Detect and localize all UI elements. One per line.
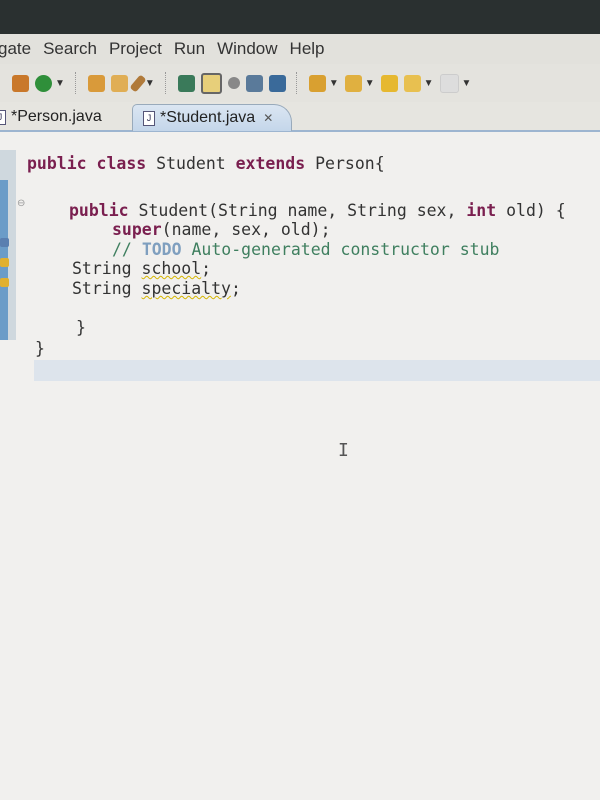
code-text: Student(String name, String sex, xyxy=(128,201,467,220)
chevron-down-icon[interactable]: ▼ xyxy=(424,78,434,89)
source-code: public class Student extends Person{ pub… xyxy=(0,0,566,358)
keyword: extends xyxy=(235,154,306,173)
vertical-ruler xyxy=(0,150,16,340)
toolbar-separator xyxy=(164,72,168,94)
new-class-icon[interactable] xyxy=(35,74,52,92)
comment: // xyxy=(112,240,142,259)
code-line: String specialty; xyxy=(72,279,241,299)
next-annotation-icon[interactable] xyxy=(308,74,326,92)
keyword: public xyxy=(69,201,129,220)
menu-help[interactable]: Help xyxy=(290,39,325,59)
code-text: (name, sex, old); xyxy=(161,220,331,239)
chevron-down-icon[interactable]: ▼ xyxy=(55,78,65,89)
chevron-down-icon[interactable]: ▼ xyxy=(145,78,155,89)
java-file-icon: J xyxy=(143,110,155,126)
previous-annotation-icon[interactable] xyxy=(344,74,362,92)
warning-marker-icon[interactable] xyxy=(0,278,9,287)
search-icon[interactable] xyxy=(129,73,147,93)
open-resource-icon[interactable] xyxy=(110,74,128,92)
menu-run[interactable]: Run xyxy=(174,39,205,59)
chevron-down-icon[interactable]: ▼ xyxy=(329,78,339,89)
task-marker-icon[interactable] xyxy=(0,238,9,247)
back-icon[interactable] xyxy=(403,74,421,92)
toolbar-separator xyxy=(74,72,78,94)
run-icon[interactable] xyxy=(177,74,195,92)
toolbar: ▼ ▼ ▼ ▼ ▼ ▼ xyxy=(0,64,600,102)
paragraph-icon[interactable] xyxy=(268,74,286,92)
toggle-mark-occurrences-icon[interactable] xyxy=(200,72,222,94)
chevron-down-icon[interactable]: ▼ xyxy=(462,78,472,89)
menu-search[interactable]: Search xyxy=(43,39,97,59)
chevron-down-icon[interactable]: ▼ xyxy=(365,78,375,89)
code-line: public class Student extends Person{ xyxy=(27,154,385,174)
warning-identifier[interactable]: specialty xyxy=(142,279,231,298)
tab-label: *Person.java xyxy=(11,108,102,125)
window-top-edge xyxy=(0,0,600,36)
editor-tabs: J *Person.java J *Student.java ✕ xyxy=(0,102,600,132)
keyword: int xyxy=(466,201,497,220)
open-type-icon[interactable] xyxy=(87,74,105,92)
code-text: String xyxy=(72,279,142,298)
code-text: ; xyxy=(230,279,241,298)
fold-collapse-icon[interactable]: ⊖ xyxy=(17,198,25,209)
keyword: class xyxy=(96,154,147,173)
last-edit-icon[interactable] xyxy=(380,74,398,92)
text-cursor-icon: I xyxy=(338,440,349,461)
comment: Auto-generated constructor stub xyxy=(181,240,500,259)
code-text: ; xyxy=(201,259,212,278)
code-text: Person{ xyxy=(305,154,385,173)
warning-marker-icon[interactable] xyxy=(0,258,9,267)
debug-icon[interactable] xyxy=(227,77,240,89)
code-line: String school; xyxy=(72,259,211,279)
menu-bar: gate Search Project Run Window Help xyxy=(0,34,600,64)
keyword: public xyxy=(27,154,87,173)
code-text: String xyxy=(72,259,142,278)
toolbar-separator xyxy=(295,72,299,94)
code-line: } xyxy=(76,318,86,337)
menu-window[interactable]: Window xyxy=(217,39,277,59)
code-line: public Student(String name, String sex, … xyxy=(69,201,566,221)
current-line-highlight xyxy=(34,360,600,381)
keyword: super xyxy=(112,220,162,239)
code-line: // TODO Auto-generated constructor stub xyxy=(112,240,499,260)
todo-tag: TODO xyxy=(141,240,182,259)
close-icon[interactable]: ✕ xyxy=(263,111,273,125)
code-line: } xyxy=(35,339,45,358)
code-line: super(name, sex, old); xyxy=(112,220,331,240)
code-text: old) { xyxy=(496,201,566,220)
tab-student-java[interactable]: J *Student.java ✕ xyxy=(132,104,293,131)
show-whitespace-icon[interactable] xyxy=(245,74,263,92)
forward-icon[interactable] xyxy=(439,73,459,93)
menu-project[interactable]: Project xyxy=(109,39,162,59)
code-text: Student xyxy=(146,154,236,173)
tab-label: *Student.java xyxy=(160,109,256,126)
warning-identifier[interactable]: school xyxy=(142,259,202,278)
